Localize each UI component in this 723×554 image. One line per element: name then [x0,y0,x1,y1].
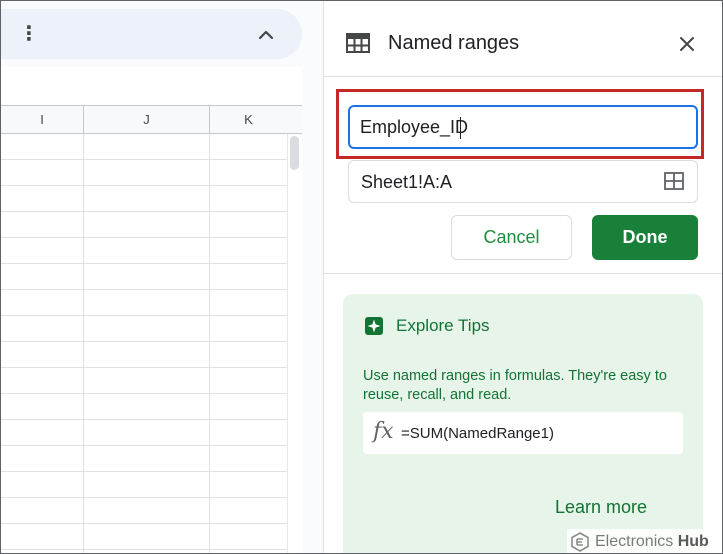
grid-rows [1,134,287,553]
app-frame: ⋮ I J K Named ranges Employee_ID Sheet1!… [0,0,723,554]
explore-tips-card: Explore Tips Use named ranges in formula… [343,294,703,553]
chevron-up-icon[interactable] [255,25,277,45]
column-headers: I J K [1,106,302,134]
table-icon [346,33,370,53]
column-header-j[interactable]: J [84,106,210,134]
grid-row[interactable] [1,212,287,238]
grid-select-icon[interactable] [664,172,684,190]
scrollbar-thumb[interactable] [290,136,299,170]
grid-row[interactable] [1,498,287,524]
learn-more-link[interactable]: Learn more [555,497,647,518]
fx-icon: fx [373,419,394,444]
grid-row[interactable] [1,160,287,186]
cancel-button[interactable]: Cancel [451,215,572,260]
grid-row[interactable] [1,472,287,498]
range-input[interactable]: Sheet1!A:A [348,160,698,203]
toolbar: ⋮ [1,9,302,59]
grid-row[interactable] [1,368,287,394]
panel-title: Named ranges [388,32,520,54]
grid-row[interactable] [1,316,287,342]
watermark-text: Electronics Hub [595,533,709,551]
grid-row[interactable] [1,238,287,264]
tips-description: Use named ranges in formulas. They're ea… [363,368,667,403]
watermark-text-bold: Hub [677,533,709,550]
grid-row[interactable] [1,420,287,446]
sparkle-icon [365,317,383,335]
watermark-text-light: Electronics [595,533,674,550]
named-ranges-panel: Named ranges Sheet1!A:A Cancel Done Exp [323,1,722,553]
grid-row[interactable] [1,290,287,316]
done-button[interactable]: Done [592,215,698,260]
electronics-hub-logo-icon [571,532,589,552]
sheet-grid[interactable]: I J K [1,105,302,553]
grid-row[interactable] [1,394,287,420]
spreadsheet-area: ⋮ I J K [1,1,323,553]
tips-title: Explore Tips [396,316,490,335]
column-label: K [244,112,253,127]
range-name-input[interactable] [348,105,698,149]
watermark-logo: Electronics Hub [567,529,722,553]
grid-row[interactable] [1,342,287,368]
column-label: J [143,112,150,127]
formula-bar [1,67,302,105]
column-label: I [40,112,44,127]
column-header-k[interactable]: K [210,106,287,134]
formula-example-text: =SUM(NamedRange1) [401,425,554,442]
kebab-menu-icon[interactable]: ⋮ [19,23,39,45]
close-icon[interactable] [679,36,695,52]
grid-row[interactable] [1,134,287,160]
grid-row[interactable] [1,186,287,212]
text-cursor [460,117,461,139]
panel-header: Named ranges [324,1,722,77]
vertical-scrollbar[interactable] [287,134,302,553]
panel-divider [324,273,722,274]
grid-row[interactable] [1,264,287,290]
range-value: Sheet1!A:A [361,172,453,192]
grid-row[interactable] [1,524,287,550]
column-header-i[interactable]: I [1,106,84,134]
formula-example: fx =SUM(NamedRange1) [363,412,683,454]
grid-row[interactable] [1,446,287,472]
